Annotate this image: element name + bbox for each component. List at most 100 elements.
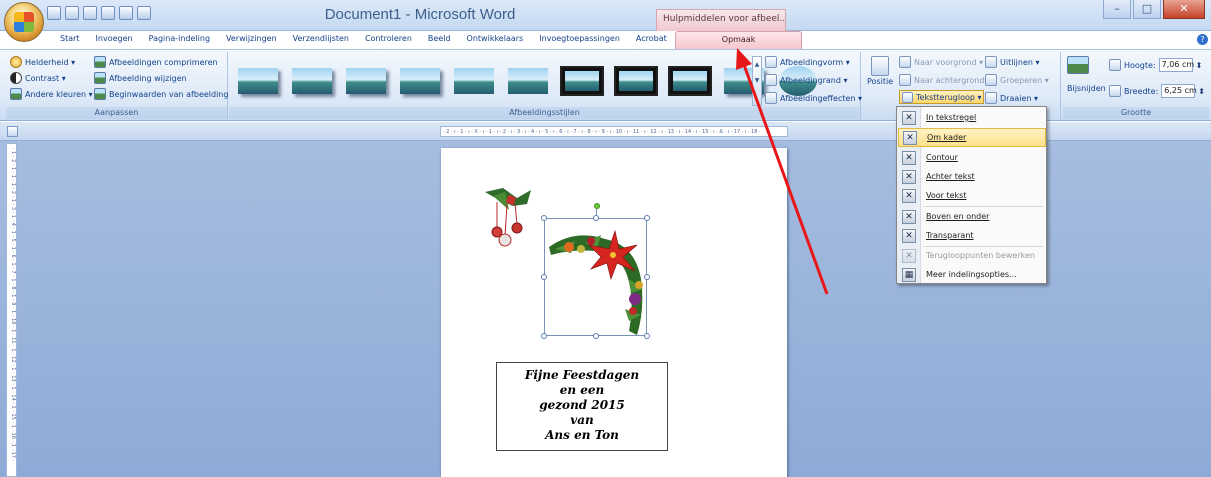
document-page[interactable]: Fijne Feestdagen en een gezond 2015 van …: [441, 148, 787, 477]
recolor-icon: [10, 88, 22, 100]
group-label-afbeeldingsstijlen: Afbeeldingsstijlen: [229, 107, 860, 119]
poinsettia-garland-image: [549, 229, 643, 335]
tab-controleren[interactable]: Controleren: [357, 31, 420, 49]
menu-item-meer-opties[interactable]: ▦ Meer indelingsopties...: [898, 265, 1046, 284]
resize-handle-ne[interactable]: [644, 215, 650, 221]
edit-wrap-points-icon: ✕: [902, 248, 916, 263]
office-button[interactable]: [4, 2, 44, 42]
reset-picture-icon: [94, 88, 106, 100]
resize-handle-s[interactable]: [593, 333, 599, 339]
minimize-button[interactable]: –: [1103, 0, 1131, 19]
style-thumb[interactable]: [396, 61, 444, 101]
change-picture-icon: [94, 72, 106, 84]
naar-achtergrond-button[interactable]: Naar achtergrond ▾: [899, 74, 991, 86]
helderheid-button[interactable]: Helderheid ▾: [10, 56, 75, 68]
menu-item-boven-en-onder[interactable]: ✕ Boven en onder: [898, 207, 1046, 226]
tab-verwijzingen[interactable]: Verwijzingen: [218, 31, 285, 49]
tab-pagina-indeling[interactable]: Pagina-indeling: [141, 31, 218, 49]
hoogte-spinner[interactable]: ⬍: [1196, 61, 1203, 70]
horizontal-ruler[interactable]: · 2 · ı · 1 · ı · X · ı · 1 · ı · 2 · ı …: [440, 126, 788, 137]
window-controls: – □ ✕: [1103, 0, 1205, 19]
close-button[interactable]: ✕: [1163, 0, 1205, 19]
menu-item-teruglooppunten[interactable]: ✕ Teruglooppunten bewerken: [898, 246, 1046, 265]
square-wrap-icon: ✕: [903, 130, 917, 145]
tab-opmaak[interactable]: Opmaak: [674, 31, 803, 49]
group-aanpassen: Helderheid ▾ Contrast ▾ Andere kleuren ▾…: [6, 52, 228, 120]
breedte-spinner[interactable]: ⬍: [1198, 87, 1205, 96]
style-thumb[interactable]: [234, 61, 282, 101]
style-thumb[interactable]: [666, 61, 714, 101]
uitlijnen-button[interactable]: Uitlijnen ▾: [985, 56, 1040, 68]
resize-handle-w[interactable]: [541, 274, 547, 280]
menu-item-transparant[interactable]: ✕ Transparant: [898, 226, 1046, 245]
greeting-line: Ans en Ton: [545, 428, 619, 442]
vertical-ruler[interactable]: · 1 · 2 · 1 · 1 · 1 · 2 · 1 · 3 · 1 · 4 …: [6, 143, 17, 477]
tab-acrobat[interactable]: Acrobat: [628, 31, 675, 49]
position-icon: [871, 56, 890, 76]
crop-icon: [1067, 56, 1089, 74]
tab-beeld[interactable]: Beeld: [420, 31, 459, 49]
style-thumb[interactable]: [612, 61, 660, 101]
tab-verzendlijsten[interactable]: Verzendlijsten: [285, 31, 357, 49]
height-icon: [1109, 59, 1121, 71]
picture-border-icon: [765, 74, 777, 86]
afbeeldingvorm-button[interactable]: Afbeeldingvorm ▾: [765, 56, 850, 68]
resize-handle-e[interactable]: [644, 274, 650, 280]
style-thumb[interactable]: [450, 61, 498, 101]
hoogte-input[interactable]: 7,06 cm: [1158, 58, 1194, 72]
bijsnijden-button[interactable]: Bijsnijden: [1067, 84, 1106, 93]
tab-ontwikkelaars[interactable]: Ontwikkelaars: [459, 31, 532, 49]
maximize-button[interactable]: □: [1133, 0, 1161, 19]
groeperen-button[interactable]: Groeperen ▾: [985, 74, 1049, 86]
picture-effects-icon: [765, 92, 777, 104]
afbeelding-wijzigen-button[interactable]: Afbeelding wijzigen: [94, 72, 187, 84]
style-thumb[interactable]: [558, 61, 606, 101]
help-icon[interactable]: ?: [1197, 34, 1208, 45]
andere-kleuren-button[interactable]: Andere kleuren ▾: [10, 88, 93, 100]
align-icon: [985, 56, 997, 68]
resize-handle-sw[interactable]: [541, 333, 547, 339]
menu-item-om-kader[interactable]: ✕ Om kader: [898, 128, 1046, 147]
tab-start[interactable]: Start: [52, 31, 88, 49]
menu-item-achter-tekst[interactable]: ✕ Achter tekst: [898, 167, 1046, 186]
resize-handle-nw[interactable]: [541, 215, 547, 221]
afbeeldingeffecten-button[interactable]: Afbeeldingeffecten ▾: [765, 92, 862, 104]
tab-invoegen[interactable]: Invoegen: [88, 31, 141, 49]
naar-voorgrond-button[interactable]: Naar voorgrond ▾: [899, 56, 983, 68]
christmas-ornament-image[interactable]: [483, 186, 535, 250]
through-wrap-icon: ✕: [902, 228, 916, 243]
afbeeldingrand-button[interactable]: Afbeeldingrand ▾: [765, 74, 848, 86]
picture-shape-icon: [765, 56, 777, 68]
tab-selector-icon[interactable]: [7, 126, 18, 137]
draaien-button[interactable]: Draaien ▾: [985, 92, 1038, 104]
menu-item-voor-tekst[interactable]: ✕ Voor tekst: [898, 186, 1046, 205]
greeting-text-box[interactable]: Fijne Feestdagen en een gezond 2015 van …: [496, 362, 668, 451]
hoogte-row: Hoogte: 7,06 cm ⬍: [1109, 58, 1202, 72]
text-wrap-icon: [902, 91, 913, 103]
style-thumb[interactable]: [504, 61, 552, 101]
rotate-icon: [985, 92, 997, 104]
menu-item-in-tekstregel[interactable]: ✕ In tekstregel: [898, 108, 1046, 127]
style-thumb[interactable]: [288, 61, 336, 101]
crop-icon-button[interactable]: [1067, 56, 1089, 74]
selected-picture[interactable]: [541, 203, 650, 339]
resize-handle-n[interactable]: [593, 215, 599, 221]
comprimeren-button[interactable]: Afbeeldingen comprimeren: [94, 56, 218, 68]
tekstterugloop-button[interactable]: Tekstterugloop ▾: [899, 90, 984, 104]
breedte-input[interactable]: 6,25 cm: [1161, 84, 1197, 98]
contrast-button[interactable]: Contrast ▾: [10, 72, 66, 84]
bring-front-icon: [899, 56, 911, 68]
picture-style-gallery: [232, 56, 817, 106]
tab-invoegtoepassingen[interactable]: Invoegtoepassingen: [531, 31, 628, 49]
width-icon: [1109, 85, 1121, 97]
beginwaarden-button[interactable]: Beginwaarden van afbeelding: [94, 88, 228, 100]
gallery-scroll[interactable]: ▲ ▼: [752, 56, 762, 106]
menu-item-contour[interactable]: ✕ Contour: [898, 148, 1046, 167]
picture-tools-context-label: Hulpmiddelen voor afbeel...: [656, 9, 786, 31]
title-bar: Document1 - Microsoft Word Hulpmiddelen …: [0, 0, 1211, 31]
compress-icon: [94, 56, 106, 68]
resize-handle-se[interactable]: [644, 333, 650, 339]
style-thumb[interactable]: [342, 61, 390, 101]
positie-button[interactable]: Positie: [867, 56, 893, 86]
rotation-handle[interactable]: [594, 203, 600, 209]
